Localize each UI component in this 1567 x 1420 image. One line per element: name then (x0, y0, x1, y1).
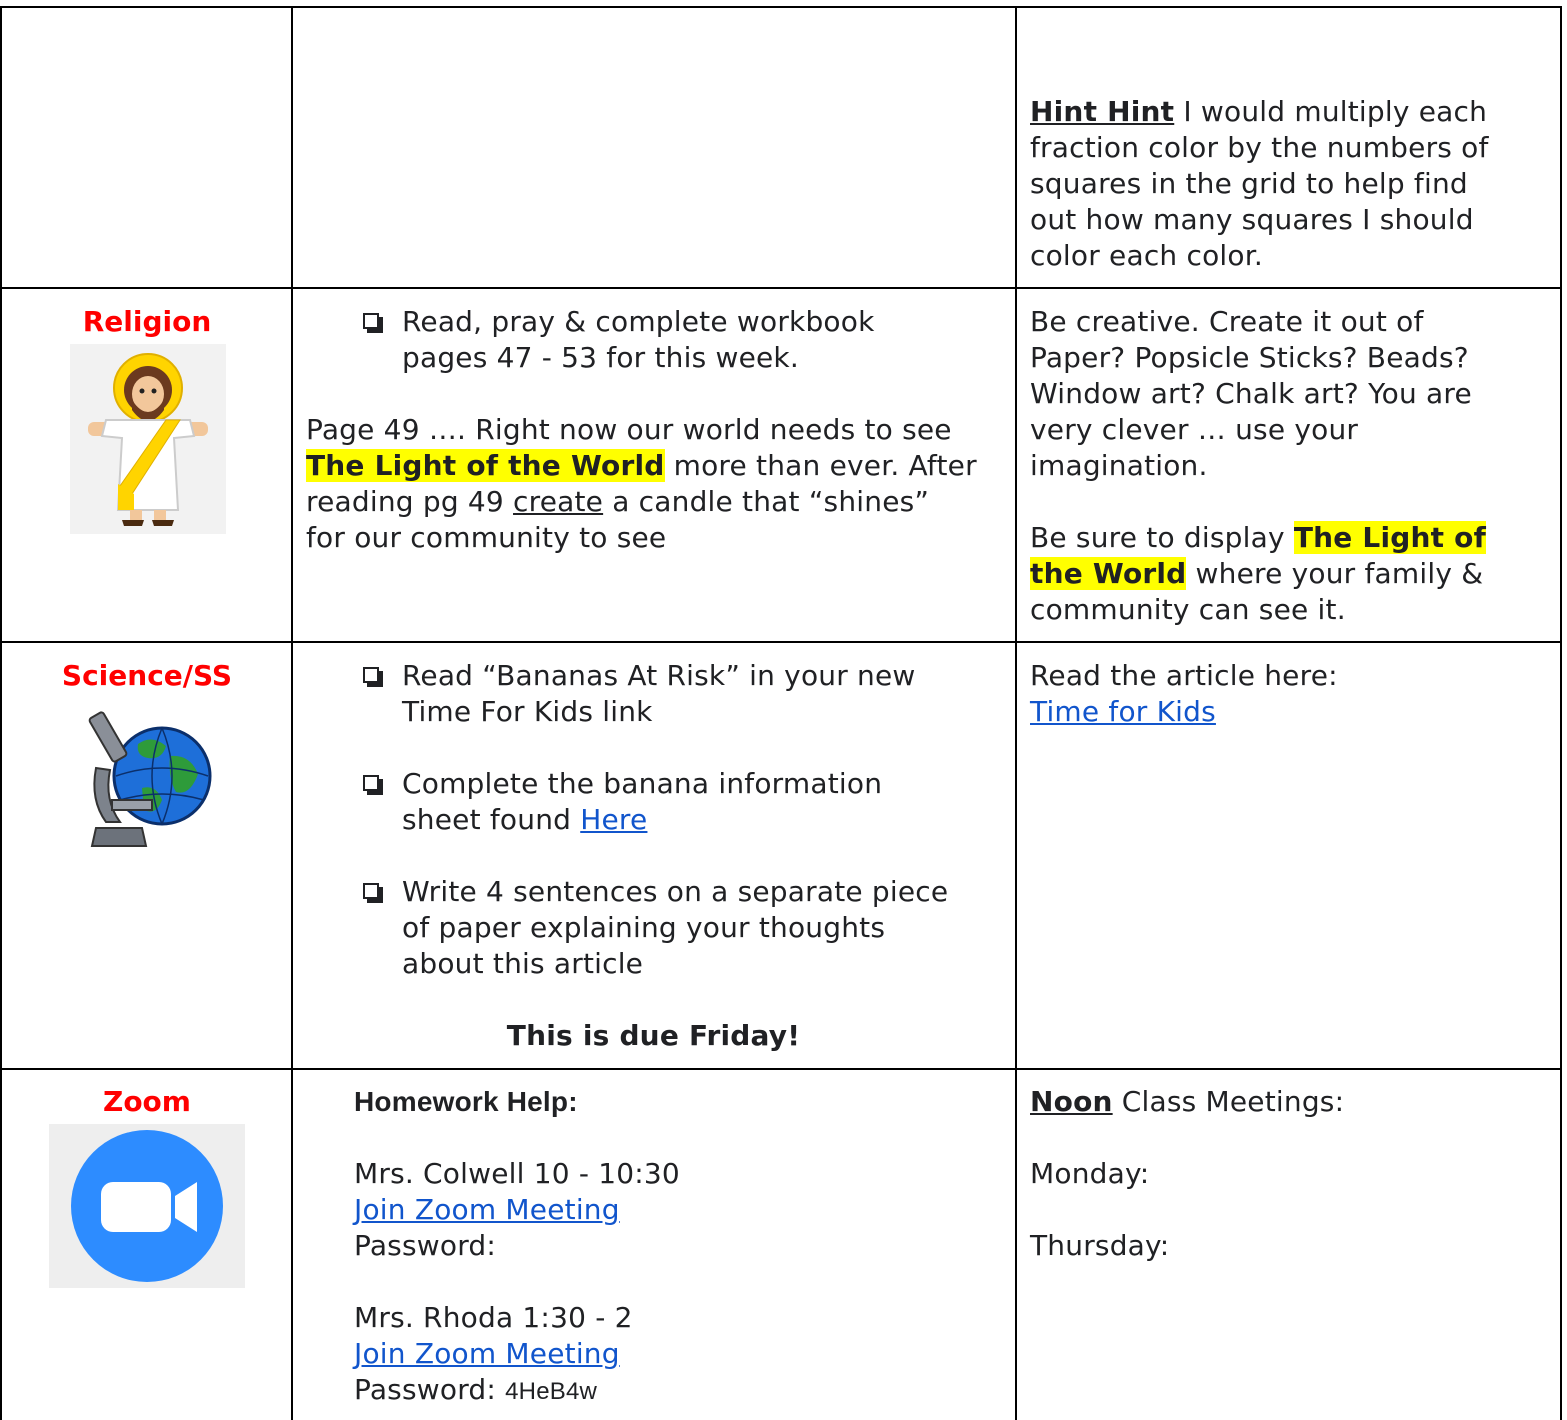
join-zoom-link-colwell[interactable]: Join Zoom Meeting (354, 1193, 620, 1226)
monday-label: Monday: (1030, 1157, 1150, 1190)
row-divider-2 (0, 641, 1562, 643)
row-divider-1 (0, 287, 1562, 289)
homework-help-title: Homework Help: (354, 1086, 578, 1117)
science-task1-checkbox[interactable] (363, 667, 385, 689)
zoom-camera-icon (49, 1124, 245, 1288)
join-zoom-link-rhoda[interactable]: Join Zoom Meeting (354, 1337, 620, 1370)
time-for-kids-link[interactable]: Time for Kids (1030, 695, 1216, 728)
here-link[interactable]: Here (580, 803, 647, 836)
rhoda-block: Mrs. Rhoda 1:30 - 2 Join Zoom Meeting Pa… (354, 1301, 633, 1406)
colwell-block: Mrs. Colwell 10 - 10:30 Join Zoom Meetin… (354, 1157, 680, 1262)
hint-label: Hint Hint (1030, 95, 1175, 128)
hint-text: Hint Hint I would multiply each fraction… (1030, 95, 1489, 272)
science-task3-checkbox[interactable] (363, 883, 385, 905)
rhoda-password: 4HeB4w (505, 1378, 598, 1405)
column-divider-2 (1015, 6, 1017, 1420)
jesus-figure-icon (70, 344, 226, 534)
subject-religion: Religion (82, 305, 212, 338)
religion-notes: Be creative. Create it out of Paper? Pop… (1030, 305, 1472, 482)
science-task2-checkbox[interactable] (363, 775, 385, 797)
table-border-left (0, 6, 2, 1420)
table-border-right (1560, 6, 1562, 1420)
religion-task-text: Read, pray & complete workbook pages 47 … (402, 305, 875, 374)
science-task3-text: Write 4 sentences on a separate piece of… (402, 875, 949, 980)
row-divider-3 (0, 1068, 1562, 1070)
class-meetings-title: Noon Class Meetings: (1030, 1085, 1345, 1118)
light-of-world-highlight: The Light of the World (306, 449, 665, 482)
religion-task-checkbox[interactable] (363, 313, 385, 335)
microscope-globe-icon (88, 711, 212, 847)
science-task2-text: Complete the banana information sheet fo… (402, 767, 883, 836)
science-notes: Read the article here: Time for Kids (1030, 659, 1338, 728)
column-divider-1 (291, 6, 293, 1420)
create-underlined: create (513, 485, 604, 518)
science-task1-text: Read “Bananas At Risk” in your new Time … (402, 659, 916, 728)
table-border-top (0, 6, 1562, 8)
subject-science: Science/SS (61, 659, 233, 692)
due-friday-text: This is due Friday! (506, 1019, 801, 1052)
subject-zoom: Zoom (103, 1085, 191, 1118)
assignment-table: Hint Hint I would multiply each fraction… (0, 0, 1567, 1420)
religion-candle-paragraph: Page 49 …. Right now our world needs to … (306, 413, 977, 554)
thursday-label: Thursday: (1030, 1229, 1170, 1262)
religion-display-note: Be sure to display The Light of the Worl… (1030, 521, 1486, 626)
